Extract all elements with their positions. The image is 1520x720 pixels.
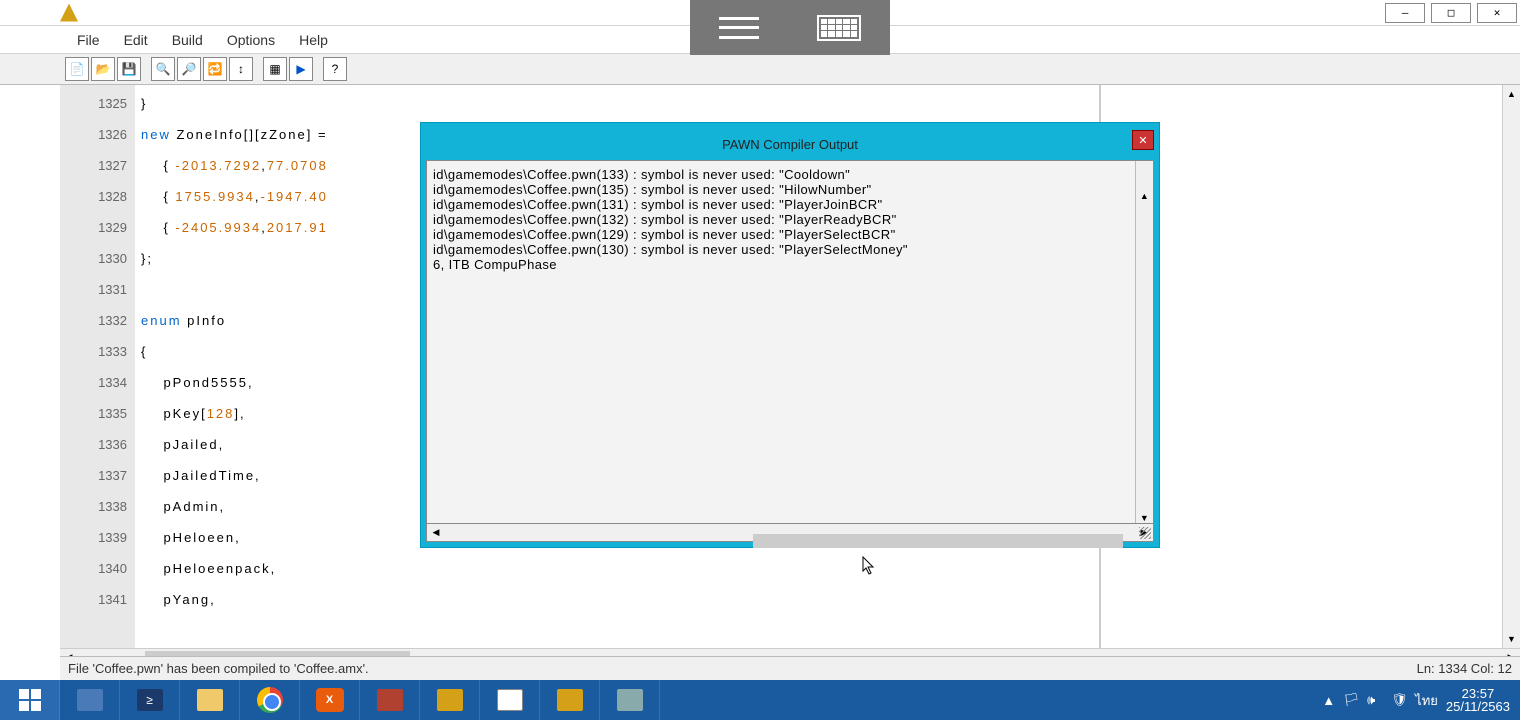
scroll-left-icon[interactable]: ◀ xyxy=(427,527,445,538)
start-button[interactable] xyxy=(0,680,60,720)
taskbar-notepad[interactable] xyxy=(480,680,540,720)
minimize-button[interactable]: — xyxy=(1385,3,1425,23)
replace-button[interactable]: 🔁 xyxy=(203,57,227,81)
compiler-output-dialog: PAWN Compiler Output ✕ id\gamemodes\Coff… xyxy=(420,122,1160,548)
find-next-button[interactable]: 🔎 xyxy=(177,57,201,81)
side-panel: ▲ ▼ xyxy=(1100,85,1520,648)
dialog-title: PAWN Compiler Output xyxy=(722,137,858,152)
scroll-up-icon[interactable]: ▲ xyxy=(1503,85,1520,103)
taskbar-app-2[interactable] xyxy=(600,680,660,720)
tray-network-icon[interactable]: 🕪 xyxy=(1367,692,1383,708)
dialog-titlebar[interactable]: PAWN Compiler Output ✕ xyxy=(426,128,1154,160)
maximize-button[interactable]: □ xyxy=(1431,3,1471,23)
taskbar-explorer[interactable] xyxy=(180,680,240,720)
taskbar-chrome[interactable] xyxy=(240,680,300,720)
tray-shield-icon[interactable]: 🛡 xyxy=(1391,692,1407,708)
resize-grip-icon[interactable] xyxy=(1139,527,1151,539)
goto-button[interactable]: ↕ xyxy=(229,57,253,81)
find-button[interactable]: 🔍 xyxy=(151,57,175,81)
menu-build[interactable]: Build xyxy=(160,28,215,52)
dialog-close-button[interactable]: ✕ xyxy=(1132,130,1154,150)
taskbar: ≥ X ▲ 🏳 🕪 🛡 ไทย 23:57 25/11/2563 xyxy=(0,680,1520,720)
keyboard-icon[interactable] xyxy=(817,15,861,41)
run-button[interactable]: ▶ xyxy=(289,57,313,81)
hamburger-icon[interactable] xyxy=(719,17,759,39)
tray-language[interactable]: ไทย xyxy=(1415,690,1438,711)
tray-flag-icon[interactable]: 🏳 xyxy=(1343,692,1359,708)
taskbar-pawno-1[interactable] xyxy=(420,680,480,720)
vertical-scrollbar[interactable]: ▲ ▼ xyxy=(1502,85,1520,648)
tray-chevron-icon[interactable]: ▲ xyxy=(1322,693,1335,708)
taskbar-xampp[interactable]: X xyxy=(300,680,360,720)
status-message: File 'Coffee.pwn' has been compiled to '… xyxy=(68,661,369,676)
menu-file[interactable]: File xyxy=(65,28,112,52)
status-bar: File 'Coffee.pwn' has been compiled to '… xyxy=(60,656,1520,680)
taskbar-pawno-2[interactable] xyxy=(540,680,600,720)
window-controls: — □ ✕ xyxy=(1382,1,1520,25)
taskbar-powershell[interactable]: ≥ xyxy=(120,680,180,720)
dialog-vertical-scrollbar[interactable]: ▲ ▼ xyxy=(1135,161,1153,523)
scroll-down-icon[interactable]: ▼ xyxy=(1503,630,1520,648)
help-button[interactable]: ? xyxy=(323,57,347,81)
open-file-button[interactable]: 📂 xyxy=(91,57,115,81)
system-tray: ▲ 🏳 🕪 🛡 ไทย 23:57 25/11/2563 xyxy=(1322,687,1520,713)
mouse-cursor-icon xyxy=(862,556,876,576)
tray-clock[interactable]: 23:57 25/11/2563 xyxy=(1446,687,1510,713)
line-number-gutter: 1325132613271328132913301331133213331334… xyxy=(60,85,135,648)
compile-button[interactable]: ▦ xyxy=(263,57,287,81)
tray-date: 25/11/2563 xyxy=(1446,700,1510,713)
compiler-output-text[interactable]: id\gamemodes\Coffee.pwn(133) : symbol is… xyxy=(426,160,1154,524)
touch-overlay xyxy=(690,0,890,55)
menu-help[interactable]: Help xyxy=(287,28,340,52)
menu-options[interactable]: Options xyxy=(215,28,287,52)
dialog-horizontal-scrollbar[interactable]: ◀ ▶ xyxy=(426,524,1154,542)
close-button[interactable]: ✕ xyxy=(1477,3,1517,23)
app-icon xyxy=(60,4,78,22)
taskbar-app-1[interactable] xyxy=(360,680,420,720)
menu-edit[interactable]: Edit xyxy=(112,28,160,52)
new-file-button[interactable]: 📄 xyxy=(65,57,89,81)
taskbar-server-manager[interactable] xyxy=(60,680,120,720)
save-file-button[interactable]: 💾 xyxy=(117,57,141,81)
scrollbar-thumb[interactable] xyxy=(753,534,1123,548)
toolbar: 📄 📂 💾 🔍 🔎 🔁 ↕ ▦ ▶ ? xyxy=(0,54,1520,85)
cursor-position: Ln: 1334 Col: 12 xyxy=(1417,661,1512,676)
